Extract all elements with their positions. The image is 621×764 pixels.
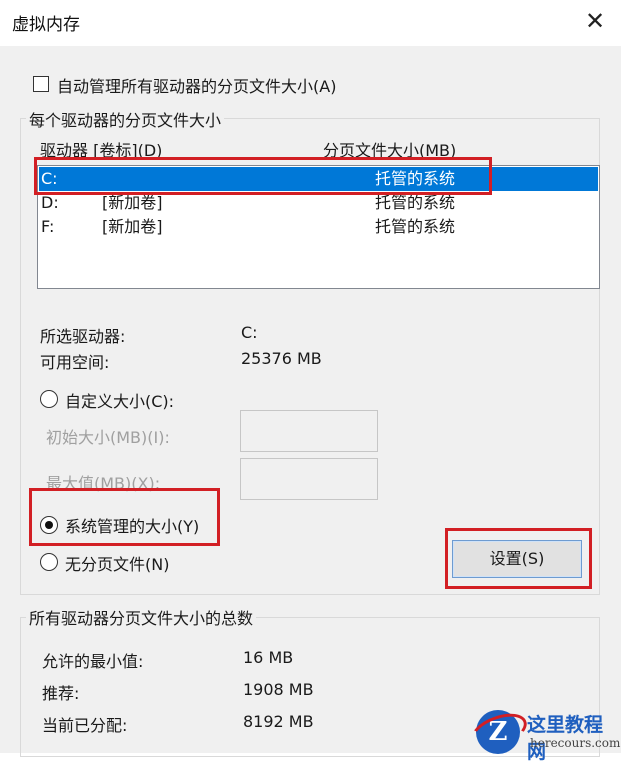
min-allowed-label: 允许的最小值: [42,652,144,671]
initial-size-label: 初始大小(MB)(I): [46,428,170,447]
recommended-value: 1908 MB [243,680,314,699]
auto-manage-label[interactable]: 自动管理所有驱动器的分页文件大小(A) [57,73,336,97]
totals-group-title: 所有驱动器分页文件大小的总数 [26,605,257,629]
drive-volume-label: [新加卷] [102,217,163,236]
max-size-input[interactable] [240,458,378,500]
recommended-label: 推荐: [42,684,80,703]
highlight-box-drive-c [34,157,492,195]
initial-size-input[interactable] [240,410,378,452]
selected-drive-value: C: [241,323,258,342]
current-allocated-value: 8192 MB [243,712,314,731]
drive-row-f[interactable]: F: [新加卷] 托管的系统 [39,215,598,239]
no-paging-radio[interactable] [40,553,58,571]
custom-size-radio[interactable] [40,390,58,408]
close-icon[interactable]: ✕ [578,6,612,36]
selected-drive-label: 所选驱动器: [40,327,126,346]
custom-size-label[interactable]: 自定义大小(C): [65,388,174,412]
title-bar [0,0,621,46]
watermark-url: herecours.com [530,736,621,750]
drive-paging-size: 托管的系统 [375,217,456,236]
no-paging-label[interactable]: 无分页文件(N) [65,551,169,575]
free-space-label: 可用空间: [40,353,110,372]
drive-letter: F: [41,217,55,236]
per-drive-group-title: 每个驱动器的分页文件大小 [26,107,225,131]
free-space-value: 25376 MB [241,349,322,368]
auto-manage-checkbox[interactable] [33,76,49,92]
min-allowed-value: 16 MB [243,648,294,667]
current-allocated-label: 当前已分配: [42,716,128,735]
window-title: 虚拟内存 [12,15,80,35]
highlight-box-system-managed [29,488,220,546]
highlight-box-set-button [445,528,592,589]
